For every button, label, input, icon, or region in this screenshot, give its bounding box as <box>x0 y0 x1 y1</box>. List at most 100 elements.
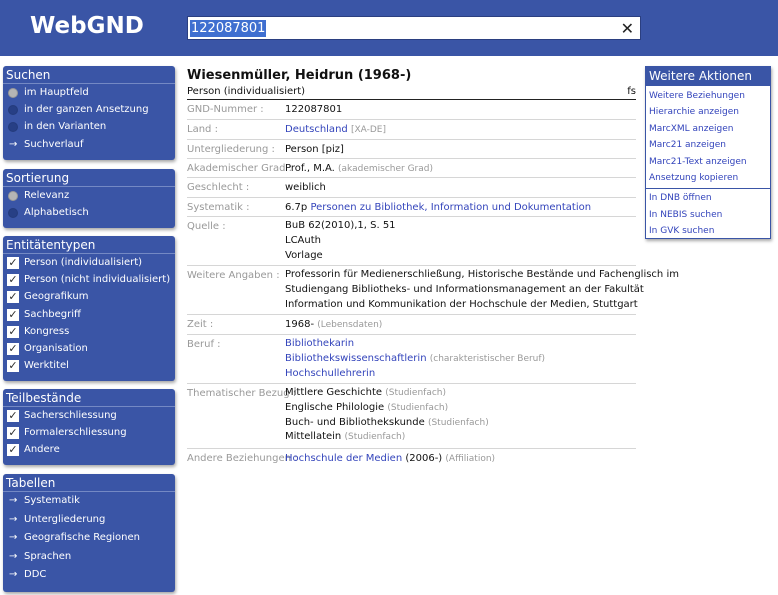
thema-note: (Studienfach) <box>427 417 489 428</box>
field-label: Weitere Angaben : <box>187 270 280 281</box>
action-in-nebis-suchen[interactable]: In NEBIS suchen <box>646 207 770 223</box>
action-hierarchie-anzeigen[interactable]: Hierarchie anzeigen <box>646 104 770 120</box>
field-label: Geschlecht : <box>187 182 250 193</box>
checkbox-checked-icon[interactable]: ✓ <box>7 360 19 373</box>
action-in-dnb-oeffnen[interactable]: In DNB öffnen <box>646 190 770 206</box>
radio-varianten[interactable]: in den Varianten <box>3 118 175 135</box>
panel-entitaetentypen: Entitätentypen ✓ Person (individualisiert… <box>3 236 175 381</box>
grad-value: Prof., M.A. <box>285 163 335 174</box>
land-link[interactable]: Deutschland <box>285 124 348 135</box>
field-thematischer-bezug: Thematischer Bezug : Mittlere Geschichte… <box>187 384 636 449</box>
radio-relevanz[interactable]: Relevanz <box>3 187 175 204</box>
link-label: Untergliederung <box>24 513 106 525</box>
field-geschlecht: Geschlecht : weiblich <box>187 178 636 198</box>
checkbox-checked-icon[interactable]: ✓ <box>7 342 19 355</box>
field-label: Untergliederung : <box>187 144 275 155</box>
action-in-gvk-suchen[interactable]: In GVK suchen <box>646 223 770 239</box>
thema-note: (Studienfach) <box>385 388 446 398</box>
systematik-link[interactable]: Personen zu Bibliothek, Information und … <box>310 202 591 213</box>
link-untergliederung[interactable]: → Untergliederung <box>3 511 175 530</box>
radio-label: Alphabetisch <box>24 207 89 219</box>
radio-label: in den Varianten <box>24 121 107 133</box>
checkbox-checked-icon[interactable]: ✓ <box>7 291 19 304</box>
field-label: Akademischer Grad : <box>187 163 292 174</box>
field-label: Quelle : <box>187 221 226 232</box>
checkbox-checked-icon[interactable]: ✓ <box>7 274 19 287</box>
quelle-line: Vorlage <box>285 249 323 261</box>
radio-ganze-ansetzung[interactable]: in der ganzen Ansetzung <box>3 101 175 118</box>
arrow-right-icon: → <box>9 532 18 544</box>
checkbox-checked-icon[interactable]: ✓ <box>7 257 19 269</box>
link-label: Suchverlauf <box>24 138 84 150</box>
checkbox-checked-icon[interactable]: ✓ <box>7 410 19 422</box>
andere-note: (Affiliation) <box>445 454 496 464</box>
field-zeit: Zeit : 1968- (Lebensdaten) <box>187 315 636 335</box>
search-input[interactable]: 122087801 <box>190 20 267 37</box>
checkbox-sacherschliessung[interactable]: ✓ Sacherschliessung <box>3 407 175 424</box>
link-label: Geografische Regionen <box>24 532 141 544</box>
beruf-link[interactable]: Bibliothekarin <box>285 337 545 352</box>
radio-icon[interactable] <box>8 122 18 133</box>
radio-selected-icon[interactable] <box>8 88 18 98</box>
arrow-right-icon: → <box>9 513 18 525</box>
panel-title: Teilbestände <box>3 389 175 407</box>
quelle-line: LCAuth <box>285 234 321 246</box>
link-systematik[interactable]: → Systematik <box>3 492 175 511</box>
link-geografische-regionen[interactable]: → Geografische Regionen <box>3 529 175 548</box>
field-label: Systematik : <box>187 202 250 213</box>
radio-im-hauptfeld[interactable]: im Hauptfeld <box>3 84 175 101</box>
checkbox-person-nicht-individualisiert[interactable]: ✓ Person (nicht individualisiert) <box>3 271 175 288</box>
action-marcxml-anzeigen[interactable]: MarcXML anzeigen <box>646 121 770 137</box>
radio-selected-icon[interactable] <box>8 191 18 201</box>
link-ddc[interactable]: → DDC <box>3 566 175 585</box>
arrow-right-icon: → <box>9 569 18 581</box>
checkbox-checked-icon[interactable]: ✓ <box>7 325 19 338</box>
checkbox-label: Formalerschliessung <box>24 427 127 439</box>
beruf-link[interactable]: Hochschullehrerin <box>285 367 545 382</box>
field-label: Beruf : <box>187 339 221 350</box>
checkbox-checked-icon[interactable]: ✓ <box>7 308 19 321</box>
action-marc21-text-anzeigen[interactable]: Marc21-Text anzeigen <box>646 154 770 170</box>
link-suchverlauf[interactable]: → Suchverlauf <box>3 136 175 155</box>
action-ansetzung-kopieren[interactable]: Ansetzung kopieren <box>646 170 770 186</box>
checkbox-kongress[interactable]: ✓ Kongress <box>3 323 175 340</box>
checkbox-checked-icon[interactable]: ✓ <box>7 427 19 440</box>
field-value: weiblich <box>285 182 326 193</box>
checkbox-checked-icon[interactable]: ✓ <box>7 444 19 457</box>
link-label: DDC <box>24 569 47 581</box>
checkbox-label: Person (individualisiert) <box>24 257 143 268</box>
checkbox-werktitel[interactable]: ✓ Werktitel <box>3 357 175 374</box>
record-title: Wiesenmüller, Heidrun (1968-) <box>187 68 412 83</box>
checkbox-geografikum[interactable]: ✓ Geografikum <box>3 288 175 305</box>
link-sprachen[interactable]: → Sprachen <box>3 548 175 567</box>
beruf-link[interactable]: Bibliothekswissenschaftlerin <box>285 353 427 364</box>
checkbox-label: Andere <box>24 444 60 456</box>
panel-title: Tabellen <box>3 474 175 492</box>
radio-icon[interactable] <box>8 208 18 219</box>
divider <box>646 188 770 190</box>
checkbox-label: Sachbegriff <box>24 308 81 320</box>
radio-alphabetisch[interactable]: Alphabetisch <box>3 204 175 221</box>
checkbox-person-individualisiert[interactable]: ✓ Person (individualisiert) <box>3 254 175 271</box>
panel-tabellen: Tabellen → Systematik → Untergliederung → G… <box>3 474 175 592</box>
action-marc21-anzeigen[interactable]: Marc21 anzeigen <box>646 137 770 153</box>
checkbox-sachbegriff[interactable]: ✓ Sachbegriff <box>3 306 175 323</box>
field-quelle: Quelle : BuB 62(2010),1, S. 51 LCAuth Vo… <box>187 217 636 266</box>
andere-link[interactable]: Hochschule der Medien <box>285 453 402 464</box>
record-subhead: Person (individualisiert) fs <box>187 86 636 100</box>
app-logo[interactable]: WebGND <box>30 13 144 39</box>
zeit-value: 1968- <box>285 319 315 330</box>
land-code: [XA-DE] <box>350 125 386 135</box>
action-weitere-beziehungen[interactable]: Weitere Beziehungen <box>646 88 770 104</box>
search-box[interactable]: 122087801 ✕ <box>187 16 641 40</box>
checkbox-andere[interactable]: ✓ Andere <box>3 441 175 458</box>
checkbox-label: Person (nicht individualisiert) <box>24 274 171 286</box>
clear-search-icon[interactable]: ✕ <box>621 19 634 38</box>
header-bar: WebGND 122087801 ✕ <box>0 0 778 56</box>
field-gnd-nummer: GND-Nummer : 122087801 <box>187 100 636 120</box>
checkbox-formalerschliessung[interactable]: ✓ Formalerschliessung <box>3 424 175 441</box>
thema-name: Mittlere Geschichte <box>285 387 383 398</box>
checkbox-organisation[interactable]: ✓ Organisation <box>3 340 175 357</box>
untergliederung-link[interactable]: Person [piz] <box>285 143 344 158</box>
radio-icon[interactable] <box>8 105 18 116</box>
